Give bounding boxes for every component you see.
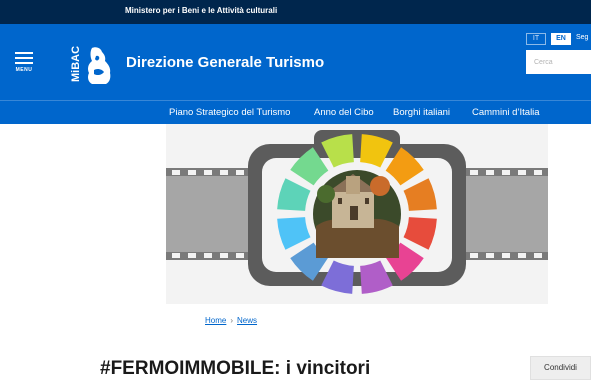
nav-item-cammini-italia[interactable]: Cammini d’Italia — [472, 107, 540, 118]
truncated-header-link[interactable]: Seg — [576, 34, 588, 41]
ministry-link[interactable]: Ministero per i Beni e le Attività cultu… — [125, 6, 277, 15]
mibac-logo[interactable]: MiBAC — [68, 42, 114, 86]
nav-item-anno-del-cibo[interactable]: Anno del Cibo — [314, 107, 374, 118]
main-navigation: Piano Strategico del Turismo Anno del Ci… — [0, 100, 591, 124]
breadcrumb-separator: › — [230, 316, 234, 325]
hamburger-icon — [15, 52, 33, 54]
breadcrumb-home-link[interactable]: Home — [205, 316, 226, 325]
site-header: MENU MiBAC Direzione Generale Turismo IT… — [0, 24, 591, 100]
menu-label: MENU — [15, 67, 33, 73]
camera-illustration — [166, 130, 548, 294]
site-title[interactable]: Direzione Generale Turismo — [126, 54, 324, 71]
nav-item-borghi-italiani[interactable]: Borghi italiani — [393, 107, 450, 118]
search-input[interactable] — [526, 50, 591, 74]
menu-button[interactable]: MENU — [13, 52, 35, 74]
nav-item-piano-strategico[interactable]: Piano Strategico del Turismo — [169, 107, 290, 118]
ministry-bar: Ministero per i Beni e le Attività cultu… — [0, 0, 591, 24]
hamburger-icon-bar — [15, 62, 33, 64]
breadcrumb-news-link[interactable]: News — [237, 316, 257, 325]
language-it-button[interactable]: IT — [526, 33, 546, 45]
breadcrumb: Home › News — [205, 316, 257, 325]
logo-text: MiBAC — [70, 46, 82, 82]
page-title: #FERMOIMMOBILE: i vincitori — [100, 358, 371, 379]
share-button[interactable]: Condividi — [530, 356, 591, 380]
language-en-button[interactable]: EN — [551, 33, 571, 45]
hero-image — [166, 124, 548, 304]
hamburger-icon-bar — [15, 57, 33, 59]
